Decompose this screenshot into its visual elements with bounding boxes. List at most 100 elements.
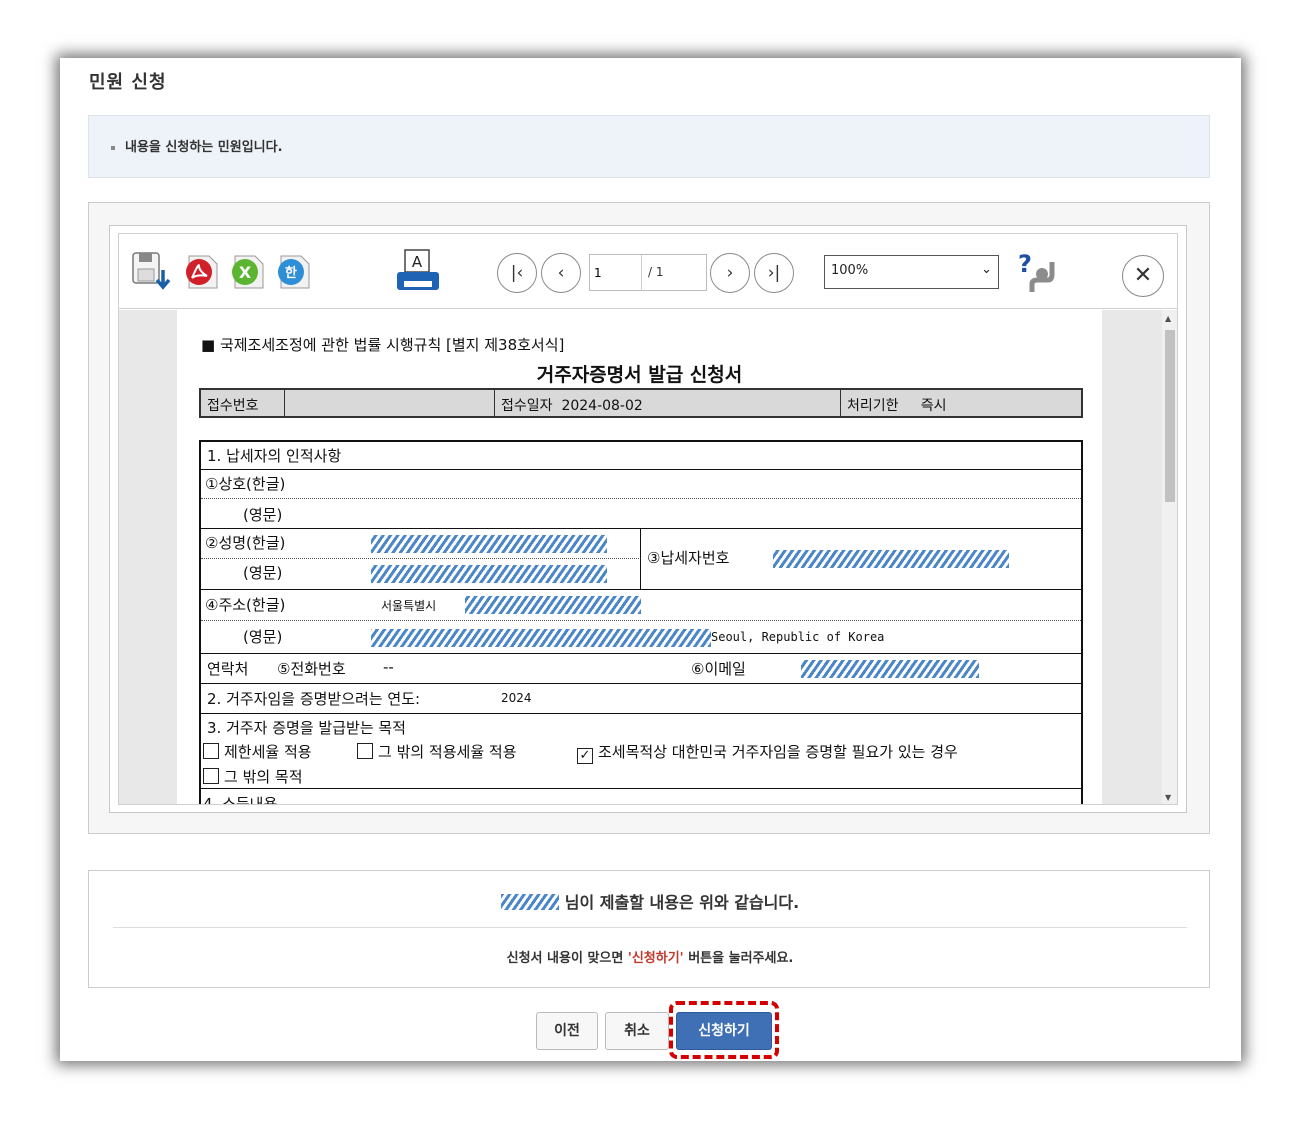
name-en-label: (영문) bbox=[243, 564, 283, 582]
help-icon[interactable]: ? bbox=[1016, 250, 1060, 294]
last-page-icon: ›| bbox=[767, 263, 781, 283]
notice-box: 내용을 신청하는 민원입니다. bbox=[88, 115, 1210, 178]
receipt-number-value bbox=[285, 390, 495, 416]
bullet-icon bbox=[111, 145, 115, 150]
purpose4-option[interactable]: 그 밖의 목적 bbox=[203, 766, 303, 787]
purpose2-option[interactable]: 그 밖의 적용세율 적용 bbox=[357, 741, 517, 762]
deadline: 처리기한 즉시 bbox=[847, 398, 947, 414]
trade-name-kr-row: ①상호(한글) bbox=[201, 470, 1081, 499]
excel-icon[interactable]: X bbox=[227, 252, 267, 292]
cancel-button[interactable]: 취소 bbox=[605, 1012, 669, 1050]
trade-name-kr-label: ①상호(한글) bbox=[205, 475, 286, 493]
address-city: 서울특별시 bbox=[381, 599, 437, 613]
redacted-applicant-name bbox=[500, 894, 559, 910]
zoom-value: 100% bbox=[831, 263, 869, 278]
zoom-select[interactable]: 100% ⌄ bbox=[824, 255, 999, 289]
section2-value: 2024 bbox=[501, 691, 532, 705]
address-en-row: (영문) Seoul, Republic of Korea bbox=[201, 621, 1081, 654]
chevron-down-icon: ⌄ bbox=[981, 262, 992, 277]
confirm-message: 님이 제출할 내용은 위와 같습니다. bbox=[89, 889, 1211, 913]
section2-row: 2. 거주자임을 증명받으려는 연도: 2024 bbox=[201, 684, 1081, 714]
address-en-label: (영문) bbox=[243, 628, 283, 646]
address-kr-label: ④주소(한글) bbox=[205, 596, 286, 614]
redacted-address-kr bbox=[465, 596, 641, 614]
notice-text: 내용을 신청하는 민원입니다. bbox=[125, 140, 283, 155]
checkbox-purpose2[interactable] bbox=[357, 743, 373, 759]
receipt-row: 접수번호 접수일자 2024-08-02 처리기한 즉시 bbox=[199, 388, 1083, 418]
viewer-toolbar: X 한 A |‹ ‹ 1 / 1 › ›| 100% ⌄ ? ✕ bbox=[119, 234, 1177, 309]
page-navigator: / 1 bbox=[589, 254, 707, 291]
name-row: ②성명(한글) (영문) ③납세자번호 bbox=[201, 529, 1081, 590]
document-viewer-container: X 한 A |‹ ‹ 1 / 1 › ›| 100% ⌄ ? ✕ ■ 국제조세조… bbox=[88, 202, 1210, 834]
page-total: / 1 bbox=[648, 265, 664, 279]
submit-highlight-annotation bbox=[669, 1001, 779, 1059]
scroll-down-icon[interactable]: ▼ bbox=[1165, 793, 1171, 802]
trade-name-en-label: (영문) bbox=[243, 506, 283, 524]
document-scroll-area[interactable]: ■ 국제조세조정에 관한 법률 시행규칙 [별지 제38호서식] 거주자증명서 … bbox=[119, 310, 1177, 805]
form-title: 거주자증명서 발급 신청서 bbox=[536, 364, 743, 386]
redacted-address-en bbox=[371, 629, 711, 647]
section3-row: 3. 거주자 증명을 발급받는 목적 제한세율 적용 그 밖의 적용세율 적용 … bbox=[201, 714, 1081, 789]
redacted-email bbox=[801, 660, 979, 678]
name-en-cell: (영문) bbox=[201, 559, 641, 589]
section3-title: 3. 거주자 증명을 발급받는 목적 bbox=[207, 719, 406, 737]
section4-title: 4. 소득내용 bbox=[203, 795, 278, 805]
document-viewer-frame: X 한 A |‹ ‹ 1 / 1 › ›| 100% ⌄ ? ✕ ■ 국제조세조… bbox=[109, 225, 1187, 813]
dialog-panel: 민원 신청 내용을 신청하는 민원입니다. X 한 A |‹ ‹ 1 / 1 ›… bbox=[60, 58, 1241, 1061]
page-number-input[interactable] bbox=[590, 255, 642, 290]
receipt-number-label: 접수번호 bbox=[201, 390, 285, 416]
close-viewer-button[interactable]: ✕ bbox=[1122, 255, 1164, 297]
divider bbox=[113, 927, 1187, 928]
submit-emphasis: '신청하기' bbox=[627, 951, 684, 966]
svg-text:X: X bbox=[239, 263, 252, 282]
document-viewer: X 한 A |‹ ‹ 1 / 1 › ›| 100% ⌄ ? ✕ ■ 국제조세조… bbox=[118, 233, 1178, 805]
checkbox-purpose3-checked[interactable]: ✓ bbox=[577, 748, 593, 764]
prev-page-icon: ‹ bbox=[557, 263, 565, 283]
redacted-name-en bbox=[371, 565, 607, 583]
last-page-button[interactable]: ›| bbox=[754, 253, 794, 293]
first-page-icon: |‹ bbox=[510, 263, 524, 283]
phone-value: -- bbox=[383, 658, 394, 676]
print-icon[interactable]: A bbox=[395, 248, 441, 296]
checkbox-purpose1[interactable] bbox=[203, 743, 219, 759]
confirm-instruction: 신청서 내용이 맞으면 '신청하기' 버튼을 눌러주세요. bbox=[506, 951, 794, 966]
receipt-date: 접수일자 2024-08-02 bbox=[495, 390, 841, 416]
svg-text:A: A bbox=[412, 253, 423, 271]
purpose1-option[interactable]: 제한세율 적용 bbox=[203, 741, 312, 762]
redacted-taxpayer-no bbox=[773, 550, 1009, 568]
first-page-button[interactable]: |‹ bbox=[497, 253, 537, 293]
name-kr-label: ②성명(한글) bbox=[205, 534, 286, 552]
form-header: ■ 국제조세조정에 관한 법률 시행규칙 [별지 제38호서식] bbox=[201, 336, 565, 354]
section1-title: 1. 납세자의 인적사항 bbox=[207, 447, 342, 465]
email-label: ⑥이메일 bbox=[691, 660, 746, 678]
prev-page-button[interactable]: ‹ bbox=[541, 253, 581, 293]
prev-button[interactable]: 이전 bbox=[536, 1012, 598, 1050]
dialog-title: 민원 신청 bbox=[89, 72, 167, 93]
address-en-value: Seoul, Republic of Korea bbox=[711, 630, 885, 644]
redacted-name-kr bbox=[371, 535, 607, 553]
phone-label: ⑤전화번호 bbox=[277, 660, 346, 678]
purpose3-option[interactable]: ✓ 조세목적상 대한민국 거주자임을 증명할 필요가 있는 경우 bbox=[577, 741, 958, 764]
close-icon: ✕ bbox=[1133, 263, 1153, 288]
name-kr-cell: ②성명(한글) bbox=[201, 529, 641, 559]
contact-label: 연락처 bbox=[207, 660, 249, 678]
pdf-icon[interactable] bbox=[181, 252, 221, 292]
hwp-icon[interactable]: 한 bbox=[273, 252, 313, 292]
contact-row: 연락처 ⑤전화번호 -- ⑥이메일 bbox=[201, 654, 1081, 684]
scroll-up-icon[interactable]: ▲ bbox=[1165, 314, 1171, 323]
next-page-button[interactable]: › bbox=[710, 253, 750, 293]
vertical-scrollbar[interactable]: ▲ ▼ bbox=[1162, 310, 1177, 804]
trade-name-en-row: (영문) bbox=[201, 499, 1081, 529]
save-download-icon[interactable] bbox=[131, 250, 173, 292]
svg-text:한: 한 bbox=[285, 265, 297, 281]
receipt-date-value: 2024-08-02 bbox=[561, 398, 643, 414]
section2-label: 2. 거주자임을 증명받으려는 연도: bbox=[207, 690, 421, 708]
section4-row: 4. 소득내용 bbox=[201, 789, 1081, 805]
document-page: ■ 국제조세조정에 관한 법률 시행규칙 [별지 제38호서식] 거주자증명서 … bbox=[177, 310, 1102, 805]
svg-text:?: ? bbox=[1018, 250, 1032, 278]
confirm-box: 님이 제출할 내용은 위와 같습니다. 신청서 내용이 맞으면 '신청하기' 버… bbox=[88, 870, 1210, 988]
scroll-thumb[interactable] bbox=[1165, 330, 1175, 502]
next-page-icon: › bbox=[726, 263, 734, 283]
checkbox-purpose4[interactable] bbox=[203, 768, 219, 784]
section1-row: 1. 납세자의 인적사항 bbox=[201, 442, 1081, 470]
